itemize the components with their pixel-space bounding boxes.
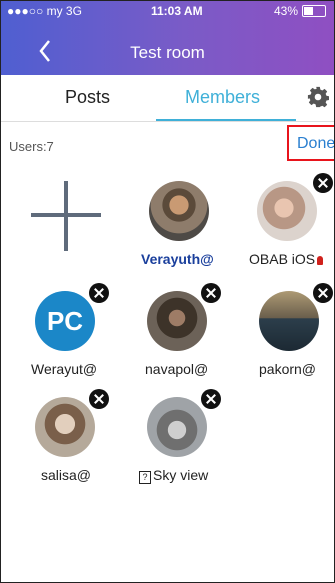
- page-title: Test room: [130, 43, 205, 62]
- member-name: navapol@: [145, 361, 209, 377]
- remove-member-icon[interactable]: [313, 283, 333, 303]
- avatar: [147, 291, 207, 351]
- done-button[interactable]: Done: [297, 135, 334, 153]
- avatar: [147, 397, 207, 457]
- tab-posts[interactable]: Posts: [65, 87, 110, 108]
- remove-member-icon[interactable]: [201, 283, 221, 303]
- tab-bar: Posts Members: [1, 75, 334, 122]
- avatar: [35, 397, 95, 457]
- gear-icon[interactable]: [307, 86, 329, 108]
- avatar: [259, 291, 319, 351]
- unknown-glyph-icon: ?: [139, 471, 151, 484]
- add-member-button[interactable]: [31, 181, 101, 251]
- location-pin-icon: [317, 255, 324, 265]
- battery-icon: [302, 5, 326, 17]
- status-bar: ●●●○○ my 3G 11:03 AM 43%: [1, 1, 334, 21]
- tab-members[interactable]: Members: [185, 87, 260, 108]
- plus-icon-v: [64, 181, 68, 251]
- avatar: [257, 181, 317, 241]
- battery-percent: 43%: [273, 4, 298, 18]
- avatar: [149, 181, 209, 241]
- remove-member-icon[interactable]: [313, 173, 333, 193]
- users-count: Users:7: [9, 139, 54, 154]
- remove-member-icon[interactable]: [89, 283, 109, 303]
- header: ●●●○○ my 3G 11:03 AM 43% Test room: [1, 1, 334, 75]
- clock: 11:03 AM: [151, 4, 203, 18]
- avatar: PC: [35, 291, 95, 351]
- active-tab-indicator: [156, 119, 296, 121]
- member-name: Verayuth@: [141, 251, 214, 267]
- remove-member-icon[interactable]: [201, 389, 221, 409]
- avatar-text: PC: [46, 305, 84, 336]
- remove-member-icon[interactable]: [89, 389, 109, 409]
- member-name: pakorn@: [259, 361, 317, 377]
- member-name: OBAB iOS: [249, 251, 324, 267]
- carrier-label: ●●●○○ my 3G: [7, 4, 82, 18]
- member-name: Werayut@: [31, 361, 98, 377]
- app-frame: ●●●○○ my 3G 11:03 AM 43% Test room Posts…: [0, 0, 335, 583]
- status-right: 43%: [274, 4, 326, 18]
- member-name: ? Sky view: [139, 467, 208, 484]
- member-name: salisa@: [41, 467, 92, 483]
